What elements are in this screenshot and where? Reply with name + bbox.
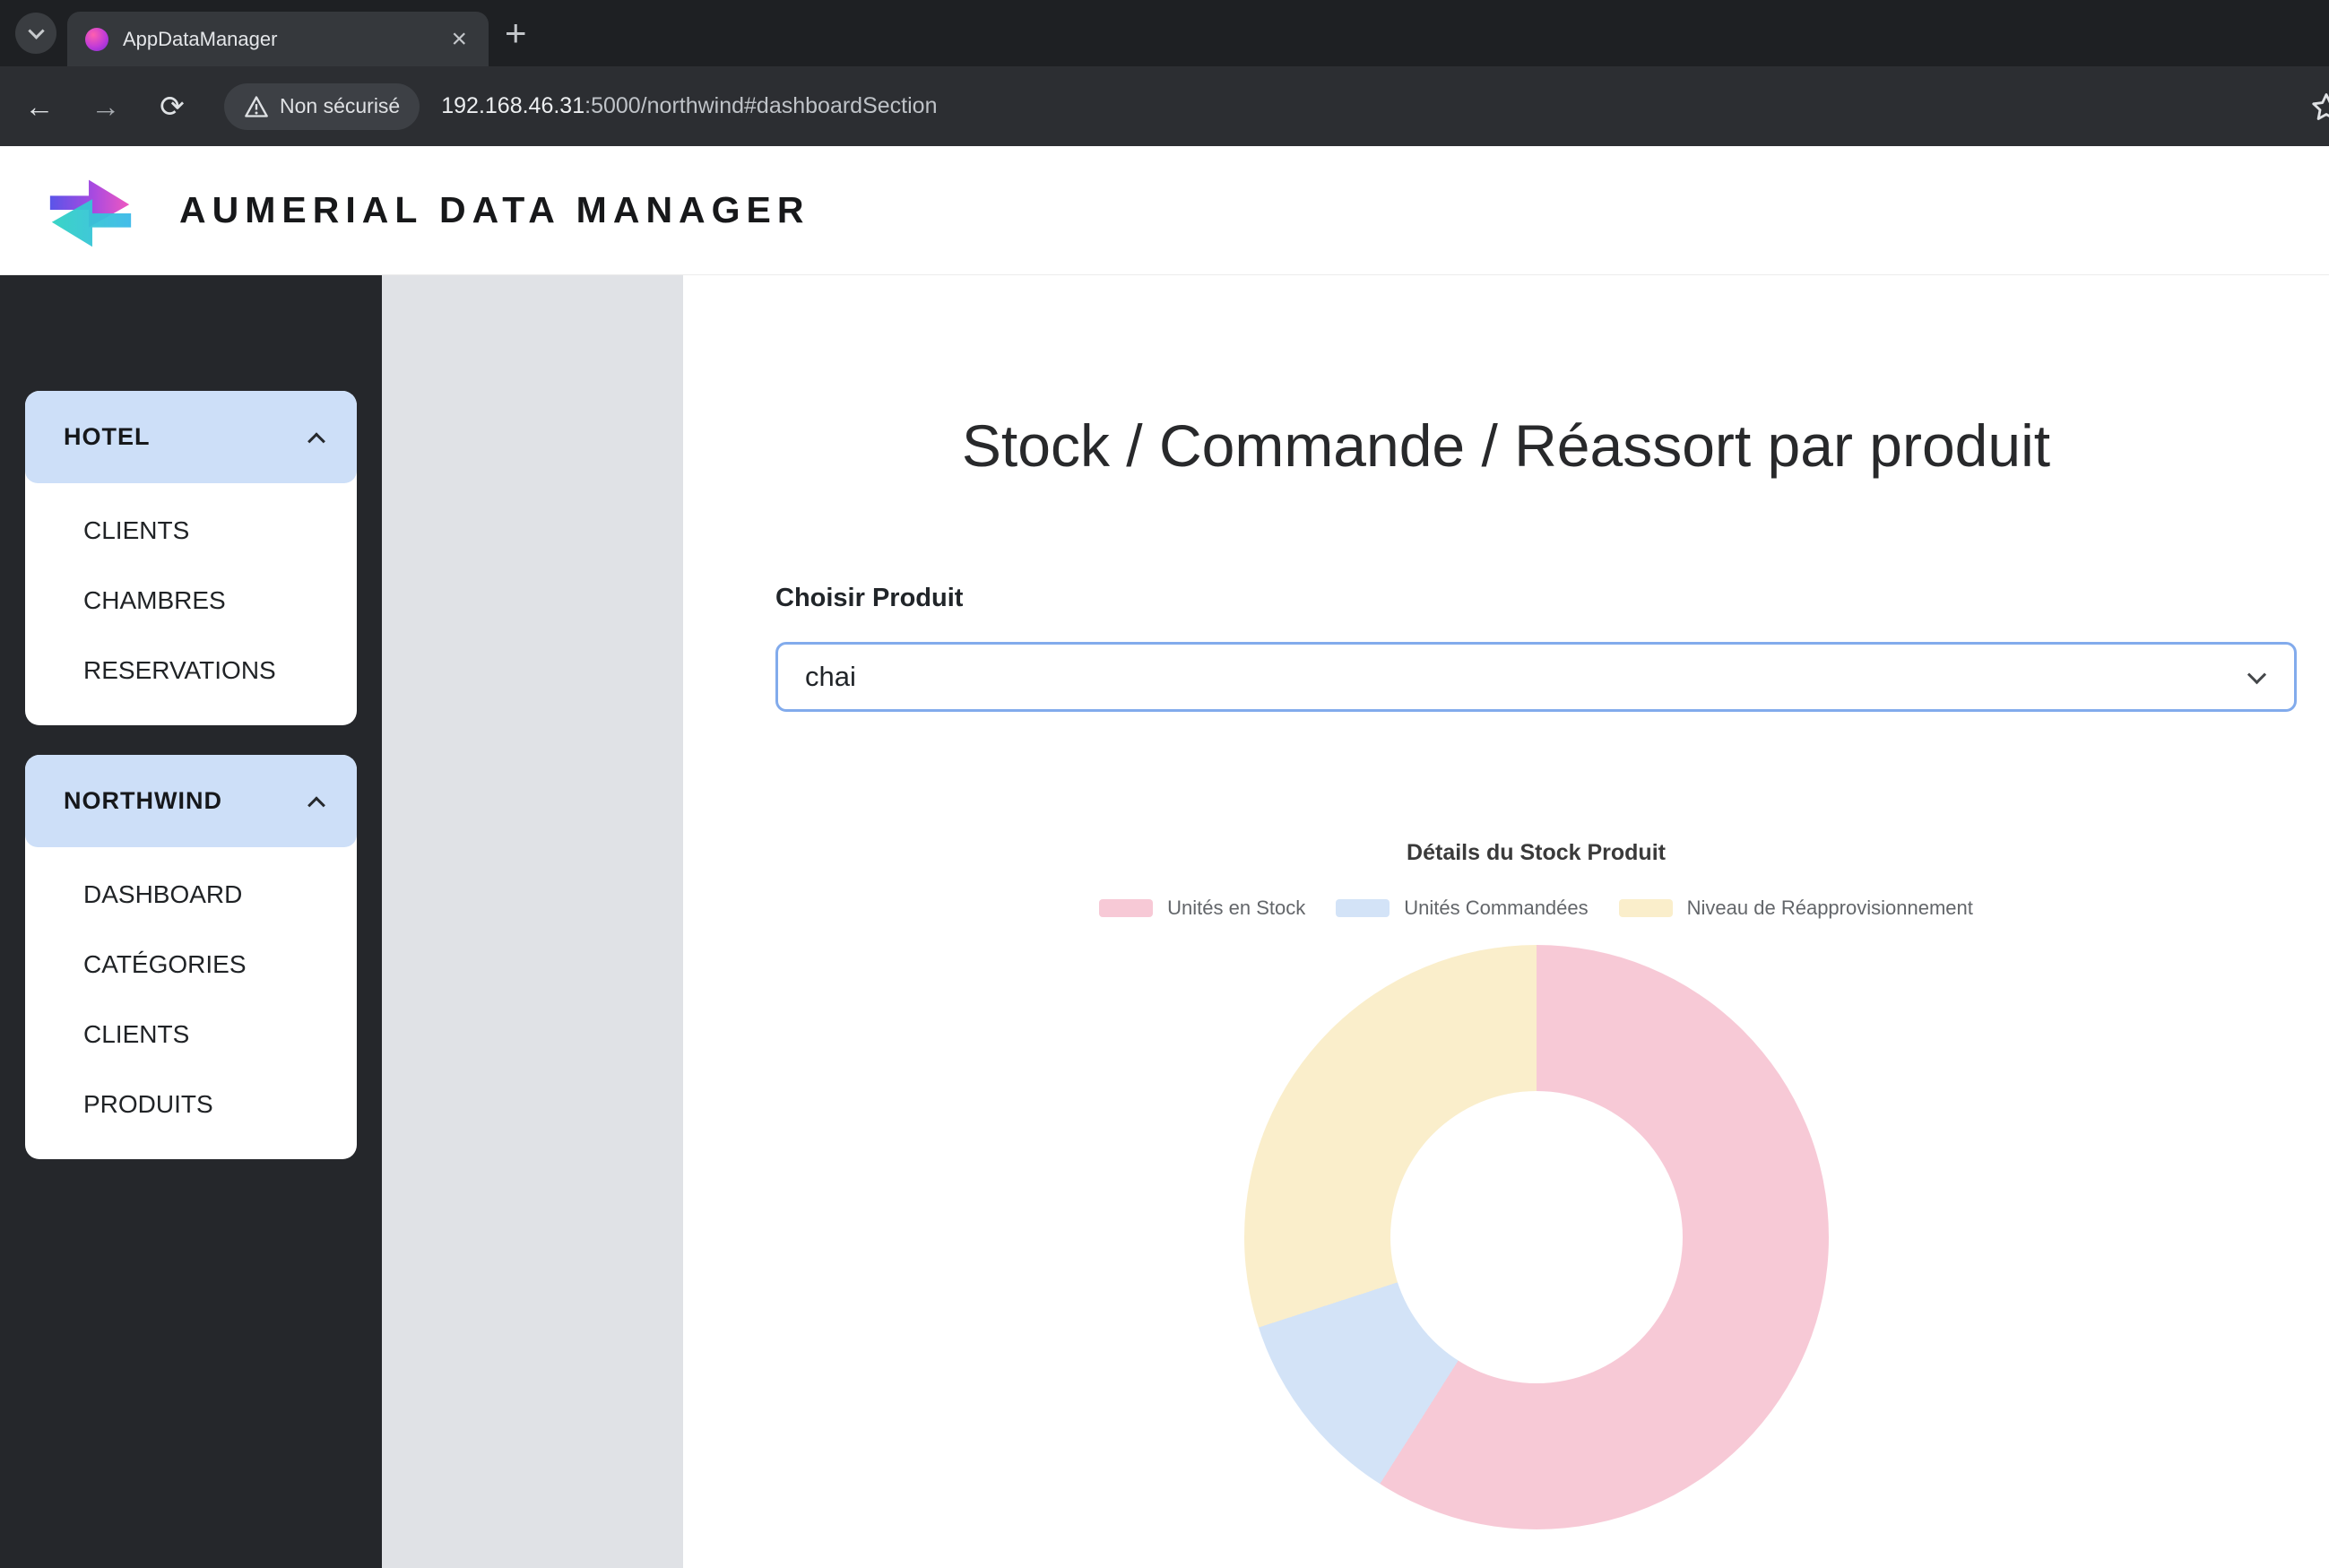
- product-select-value: chai: [805, 661, 856, 693]
- content-area: HOTEL CLIENTS CHAMBRES RESERVATIONS NORT…: [0, 275, 2329, 1568]
- legend-swatch-blue: [1336, 899, 1390, 917]
- tab-favicon-icon: [85, 28, 108, 51]
- app-title: AUMERIAL DATA MANAGER: [179, 189, 810, 231]
- warning-triangle-icon: [244, 95, 269, 118]
- sidebar-item-reservations[interactable]: RESERVATIONS: [25, 636, 357, 706]
- back-icon[interactable]: ←: [13, 80, 66, 134]
- legend-label: Niveau de Réapprovisionnement: [1687, 897, 1973, 920]
- chevron-up-icon: [307, 796, 325, 814]
- reload-icon[interactable]: ⟳: [145, 80, 199, 134]
- url-path: :5000/northwind#dashboardSection: [584, 93, 937, 118]
- sidebar-item-clients-nw[interactable]: CLIENTS: [25, 1000, 357, 1070]
- chevron-down-icon: [28, 22, 44, 39]
- sidebar-group-label: HOTEL: [64, 423, 151, 451]
- address-bar[interactable]: 192.168.46.31:5000/northwind#dashboardSe…: [441, 93, 937, 119]
- forward-icon[interactable]: →: [79, 80, 133, 134]
- security-chip[interactable]: Non sécurisé: [224, 83, 420, 130]
- legend-item-commandees[interactable]: Unités Commandées: [1336, 897, 1588, 920]
- sidebar-group-items: DASHBOARD CATÉGORIES CLIENTS PRODUITS: [25, 847, 357, 1139]
- sidebar-group-hotel: HOTEL CLIENTS CHAMBRES RESERVATIONS: [25, 391, 357, 725]
- sidebar-group-northwind-header[interactable]: NORTHWIND: [25, 755, 357, 847]
- sidebar-item-clients[interactable]: CLIENTS: [25, 496, 357, 566]
- donut-chart: [1244, 945, 1829, 1529]
- tab-title: AppDataManager: [123, 28, 433, 51]
- browser-tab[interactable]: AppDataManager ×: [67, 12, 489, 66]
- bookmark-star-icon[interactable]: [2309, 90, 2329, 124]
- chevron-down-icon: [2247, 665, 2266, 684]
- security-chip-label: Non sécurisé: [280, 94, 400, 118]
- main-panel: Stock / Commande / Réassort par produit …: [683, 275, 2329, 1568]
- sidebar-item-chambres[interactable]: CHAMBRES: [25, 566, 357, 636]
- dashboard-section: Choisir Produit chai Détails du Stock Pr…: [775, 584, 2297, 1529]
- chevron-up-icon: [307, 432, 325, 450]
- legend-swatch-yellow: [1619, 899, 1673, 917]
- legend-item-reapprovisionnement[interactable]: Niveau de Réapprovisionnement: [1619, 897, 1973, 920]
- browser-toolbar: ← → ⟳ Non sécurisé 192.168.46.31:5000/no…: [0, 66, 2329, 146]
- sidebar-group-hotel-header[interactable]: HOTEL: [25, 391, 357, 483]
- sidebar-item-dashboard[interactable]: DASHBOARD: [25, 860, 357, 930]
- chart-legend: Unités en Stock Unités Commandées Niveau…: [775, 897, 2297, 920]
- sidebar-group-items: CLIENTS CHAMBRES RESERVATIONS: [25, 483, 357, 706]
- sidebar-item-categories[interactable]: CATÉGORIES: [25, 930, 357, 1000]
- chart-title: Détails du Stock Produit: [775, 840, 2297, 866]
- app-header: AUMERIAL DATA MANAGER: [0, 146, 2329, 275]
- sidebar-group-northwind: NORTHWIND DASHBOARD CATÉGORIES CLIENTS P…: [25, 755, 357, 1159]
- new-tab-button[interactable]: +: [505, 14, 527, 52]
- legend-swatch-pink: [1099, 899, 1153, 917]
- url-host: 192.168.46.31: [441, 93, 584, 118]
- app-logo-icon: [43, 169, 138, 253]
- sidebar-group-label: NORTHWIND: [64, 787, 222, 815]
- legend-item-stock[interactable]: Unités en Stock: [1099, 897, 1305, 920]
- sidebar-item-produits[interactable]: PRODUITS: [25, 1070, 357, 1139]
- product-select-label: Choisir Produit: [775, 584, 2297, 613]
- product-select[interactable]: chai: [775, 642, 2297, 712]
- tab-strip: AppDataManager × +: [0, 0, 2329, 66]
- sidebar: HOTEL CLIENTS CHAMBRES RESERVATIONS NORT…: [0, 275, 382, 1568]
- legend-label: Unités en Stock: [1167, 897, 1305, 920]
- page-title: Stock / Commande / Réassort par produit: [683, 411, 2329, 480]
- browser-window: AppDataManager × + ← → ⟳ Non sécurisé 19…: [0, 0, 2329, 1568]
- tab-close-icon[interactable]: ×: [447, 26, 471, 53]
- content-gutter: [382, 275, 683, 1568]
- legend-label: Unités Commandées: [1404, 897, 1588, 920]
- tab-search-button[interactable]: [15, 13, 56, 54]
